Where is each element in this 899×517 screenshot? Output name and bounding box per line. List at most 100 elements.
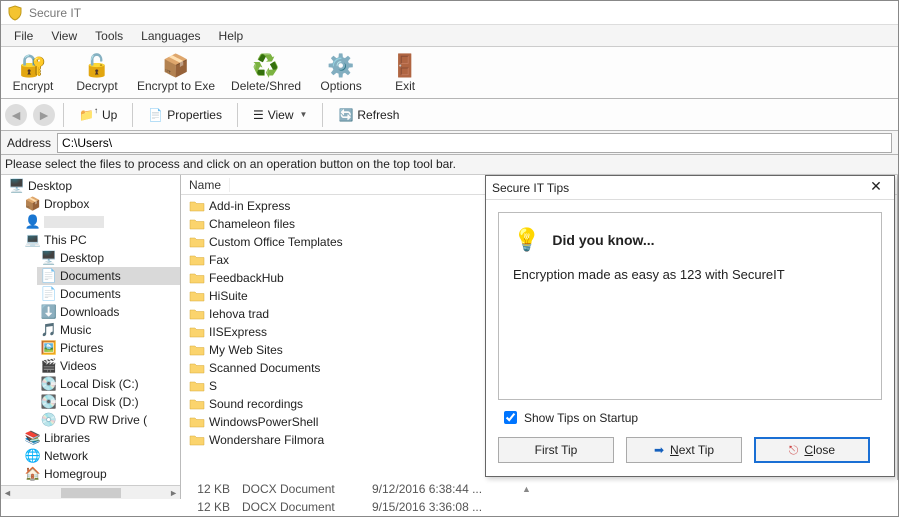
folder-icon xyxy=(189,289,205,303)
divider xyxy=(63,103,64,127)
file-name: Sound recordings xyxy=(209,397,303,411)
menu-bar: File View Tools Languages Help xyxy=(1,25,898,47)
tree-node[interactable]: 📦Dropbox xyxy=(21,195,180,213)
dvd-icon: 💿 xyxy=(41,412,57,428)
folder-icon xyxy=(189,217,205,231)
home-icon: 🏠 xyxy=(25,466,41,482)
tree-label: Pictures xyxy=(60,341,103,355)
refresh-button[interactable]: 🔄 Refresh xyxy=(331,105,406,125)
tree-label: Homegroup xyxy=(44,467,107,481)
enctoexe-label: Encrypt to Exe xyxy=(137,79,215,93)
tree-label: Desktop xyxy=(60,251,104,265)
tree-node[interactable]: 🖥️Desktop xyxy=(5,177,180,195)
folder-icon xyxy=(189,397,205,411)
tree-node[interactable]: 📚Libraries xyxy=(21,429,180,447)
file-name: FeedbackHub xyxy=(209,271,284,285)
lock-icon: 🔐 xyxy=(19,53,47,79)
folder-icon xyxy=(189,433,205,447)
menu-tools[interactable]: Tools xyxy=(86,27,132,45)
menu-help[interactable]: Help xyxy=(210,27,253,45)
shred-icon: ♻️ xyxy=(252,53,280,79)
dialog-title: Secure IT Tips xyxy=(492,181,569,195)
tree-node[interactable]: 👤 xyxy=(21,213,180,231)
options-label: Options xyxy=(320,79,361,93)
delete-shred-button[interactable]: ♻️ Delete/Shred xyxy=(231,49,301,96)
menu-languages[interactable]: Languages xyxy=(132,27,209,45)
instruction-text: Please select the files to process and c… xyxy=(1,155,898,175)
tree-label: Network xyxy=(44,449,88,463)
tree-label: Music xyxy=(60,323,91,337)
up-button[interactable]: 📁↑ Up xyxy=(72,105,124,125)
divider xyxy=(322,103,323,127)
file-name: Add-in Express xyxy=(209,199,290,213)
folder-icon xyxy=(189,199,205,213)
tree-node[interactable]: 🖼️Pictures xyxy=(37,339,180,357)
exit-button[interactable]: 🚪 Exit xyxy=(381,49,429,96)
show-tips-checkbox[interactable] xyxy=(504,411,517,424)
encrypt-to-exe-button[interactable]: 📦 Encrypt to Exe xyxy=(137,49,215,96)
folder-icon xyxy=(189,415,205,429)
tree-node[interactable]: 💽Local Disk (C:) xyxy=(37,375,180,393)
next-tip-button[interactable]: ➡ Next Tip xyxy=(626,437,742,463)
tree-node[interactable]: 📄Documents xyxy=(37,285,180,303)
folder-up-icon: 📁↑ xyxy=(79,108,98,122)
close-button[interactable]: ⎋ Close xyxy=(754,437,870,463)
scroll-up-icon[interactable]: ▲ xyxy=(522,484,542,494)
tree-label: Desktop xyxy=(28,179,72,193)
tree-horizontal-scrollbar[interactable]: ◄► xyxy=(1,485,180,499)
folder-icon xyxy=(189,325,205,339)
file-name: S xyxy=(209,379,217,393)
nav-forward-button[interactable]: ► xyxy=(33,104,55,126)
menu-view[interactable]: View xyxy=(42,27,86,45)
options-button[interactable]: ⚙️ Options xyxy=(317,49,365,96)
tree-node[interactable]: 🎵Music xyxy=(37,321,180,339)
dropbox-icon: 📦 xyxy=(25,196,41,212)
main-toolbar: 🔐 Encrypt 🔓 Decrypt 📦 Encrypt to Exe ♻️ … xyxy=(1,47,898,99)
title-bar: Secure IT xyxy=(1,1,898,25)
column-name[interactable]: Name xyxy=(181,178,230,192)
view-button[interactable]: ☰ View ▼ xyxy=(246,105,314,125)
tree-node[interactable]: 💿DVD RW Drive ( xyxy=(37,411,180,429)
chevron-down-icon: ▼ xyxy=(300,110,308,119)
encrypt-label: Encrypt xyxy=(13,79,54,93)
tree-label: Videos xyxy=(60,359,96,373)
gear-icon: ⚙️ xyxy=(327,53,355,79)
file-detail-rows: 12 KB DOCX Document 9/12/2016 6:38:44 ..… xyxy=(182,480,898,516)
decrypt-label: Decrypt xyxy=(76,79,117,93)
tree-label: This PC xyxy=(44,233,87,247)
properties-button[interactable]: 📄 Properties xyxy=(141,105,229,125)
disk-icon: 💽 xyxy=(41,376,57,392)
tree-node[interactable]: 🌐Network xyxy=(21,447,180,465)
tree-node[interactable]: 📄Documents xyxy=(37,267,180,285)
table-row[interactable]: 12 KB DOCX Document 9/15/2016 3:36:08 ..… xyxy=(182,498,898,516)
delete-label: Delete/Shred xyxy=(231,79,301,93)
tree-label xyxy=(44,216,104,228)
menu-file[interactable]: File xyxy=(5,27,42,45)
address-input[interactable] xyxy=(57,133,892,153)
decrypt-button[interactable]: 🔓 Decrypt xyxy=(73,49,121,96)
properties-icon: 📄 xyxy=(148,108,163,122)
folder-icon xyxy=(189,253,205,267)
properties-label: Properties xyxy=(167,108,222,122)
close-icon[interactable]: ✕ xyxy=(864,178,888,198)
table-row[interactable]: 12 KB DOCX Document 9/12/2016 6:38:44 ..… xyxy=(182,480,898,498)
tree-node[interactable]: 🎬Videos xyxy=(37,357,180,375)
doc-icon: 📄 xyxy=(41,286,57,302)
view-icon: ☰ xyxy=(253,108,264,122)
nav-back-button[interactable]: ◄ xyxy=(5,104,27,126)
tree-node[interactable]: 💽Local Disk (D:) xyxy=(37,393,180,411)
tree-node[interactable]: 🏠Homegroup xyxy=(21,465,180,483)
tree-node[interactable]: 🖥️Desktop xyxy=(37,249,180,267)
tree-node[interactable]: ⬇️Downloads xyxy=(37,303,180,321)
divider xyxy=(237,103,238,127)
file-name: Chameleon files xyxy=(209,217,295,231)
folder-icon xyxy=(189,235,205,249)
file-name: Iehova trad xyxy=(209,307,269,321)
next-tip-label: Next Tip xyxy=(670,443,714,457)
tree-node[interactable]: 💻This PC xyxy=(21,231,180,249)
lightbulb-icon: 💡 xyxy=(513,227,540,253)
first-tip-button[interactable]: First Tip xyxy=(498,437,614,463)
tip-text: Encryption made as easy as 123 with Secu… xyxy=(513,267,867,282)
folder-tree[interactable]: 🖥️Desktop📦Dropbox👤💻This PC🖥️Desktop📄Docu… xyxy=(1,175,181,499)
encrypt-button[interactable]: 🔐 Encrypt xyxy=(9,49,57,96)
